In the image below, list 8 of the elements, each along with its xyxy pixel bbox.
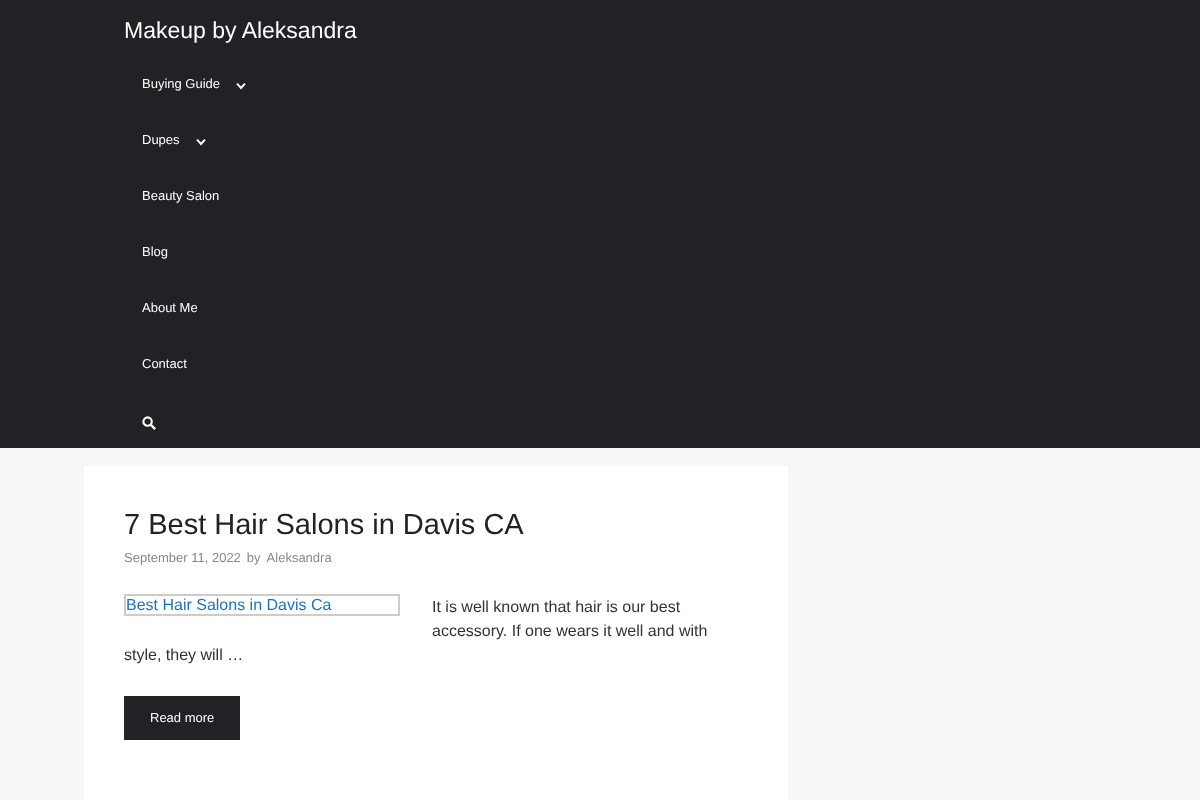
search-icon[interactable] bbox=[142, 416, 156, 430]
caret-icon bbox=[236, 82, 247, 90]
site-title[interactable]: Makeup by Aleksandra bbox=[124, 16, 357, 48]
post-excerpt: style, they will … bbox=[124, 644, 244, 668]
caret-icon bbox=[195, 138, 206, 146]
post-title[interactable]: 7 Best Hair Salons in Davis CA bbox=[124, 506, 524, 546]
post-excerpt: It is well known that hair is our best accessory. If one wears it well and with bbox=[432, 596, 710, 644]
image-alt-link[interactable]: Best Hair Salons in Davis Ca bbox=[124, 594, 400, 616]
